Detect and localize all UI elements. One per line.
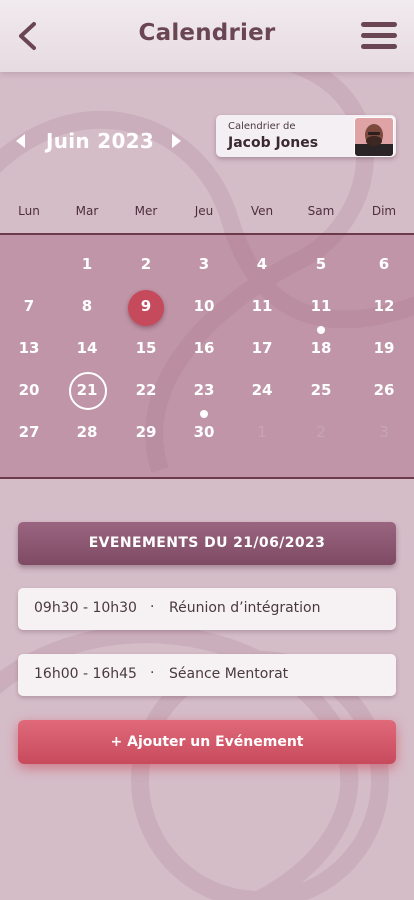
calendar-day[interactable]: 26 [364, 378, 404, 402]
calendar-day[interactable]: 5 [301, 252, 341, 276]
user-name: Jacob Jones [228, 135, 319, 151]
calendar-day[interactable]: 19 [364, 336, 404, 360]
calendar-day-today[interactable]: 9 [126, 294, 166, 318]
weekday-label: Jeu [194, 204, 214, 218]
calendar-day[interactable]: 15 [126, 336, 166, 360]
calendar-day[interactable]: 29 [126, 420, 166, 444]
calendar-day[interactable]: 30 [184, 420, 224, 444]
event-time: 09h30 - 10h30 [34, 600, 137, 616]
calendar-day[interactable]: 11 [242, 294, 282, 318]
calendar-day[interactable]: 20 [9, 378, 49, 402]
calendar-day[interactable]: 17 [242, 336, 282, 360]
event-indicator-dot [317, 326, 325, 334]
user-card-caption: Calendrier de [228, 121, 296, 132]
calendar-day[interactable]: 24 [242, 378, 282, 402]
event-separator: · [150, 665, 155, 681]
calendar-day[interactable]: 16 [184, 336, 224, 360]
calendar-day[interactable]: 8 [67, 294, 107, 318]
event-separator: · [150, 599, 155, 615]
weekday-label: Mer [134, 204, 158, 218]
calendar-day[interactable]: 1 [67, 252, 107, 276]
calendar-day[interactable]: 13 [9, 336, 49, 360]
page-title: Calendrier [138, 20, 276, 46]
calendar-day[interactable]: 2 [126, 252, 166, 276]
add-event-button[interactable]: + Ajouter un Evénement [18, 720, 396, 764]
weekday-label: Ven [250, 204, 274, 218]
avatar [354, 117, 394, 157]
next-month-arrow-icon[interactable] [172, 134, 181, 148]
hamburger-menu-icon[interactable] [361, 22, 397, 50]
event-item[interactable]: 16h00 - 16h45 · Séance Mentorat [18, 654, 396, 696]
calendar-day[interactable]: 11 [301, 294, 341, 318]
user-calendar-selector[interactable]: Calendrier de Jacob Jones [216, 115, 396, 157]
weekday-header: Lun Mar Mer Jeu Ven Sam Dim [0, 204, 414, 220]
calendar-day[interactable]: 10 [184, 294, 224, 318]
event-time: 16h00 - 16h45 [34, 666, 137, 682]
month-label: Juin 2023 [46, 129, 155, 153]
calendar-day[interactable]: 22 [126, 378, 166, 402]
event-title: Séance Mentorat [169, 666, 289, 682]
event-title: Réunion d’intégration [169, 600, 321, 616]
weekday-label: Mar [75, 204, 99, 218]
calendar-day[interactable]: 23 [184, 378, 224, 402]
month-navigator: Juin 2023 [14, 128, 204, 156]
event-item[interactable]: 09h30 - 10h30 · Réunion d’intégration [18, 588, 396, 630]
weekday-label: Dim [371, 204, 397, 218]
calendar-day[interactable]: 4 [242, 252, 282, 276]
calendar-day[interactable]: 6 [364, 252, 404, 276]
calendar-day-selected[interactable]: 21 [67, 378, 107, 402]
calendar-day[interactable]: 18 [301, 336, 341, 360]
calendar-day[interactable]: 14 [67, 336, 107, 360]
calendar-day[interactable]: 3 [184, 252, 224, 276]
calendar-day[interactable]: 12 [364, 294, 404, 318]
weekday-label: Lun [18, 204, 40, 218]
calendar-day-next-month[interactable]: 1 [242, 420, 282, 444]
event-indicator-dot [200, 410, 208, 418]
calendar-day[interactable]: 28 [67, 420, 107, 444]
calendar-day[interactable]: 27 [9, 420, 49, 444]
weekday-label: Sam [307, 204, 335, 218]
events-section-header: EVENEMENTS DU 21/06/2023 [18, 522, 396, 565]
calendar-day[interactable]: 25 [301, 378, 341, 402]
previous-month-arrow-icon[interactable] [16, 134, 25, 148]
app-header: Calendrier [0, 0, 414, 72]
calendar-day[interactable]: 7 [9, 294, 49, 318]
calendar-day-next-month[interactable]: 2 [301, 420, 341, 444]
calendar-day-next-month[interactable]: 3 [364, 420, 404, 444]
avatar-portrait-icon [355, 118, 393, 156]
